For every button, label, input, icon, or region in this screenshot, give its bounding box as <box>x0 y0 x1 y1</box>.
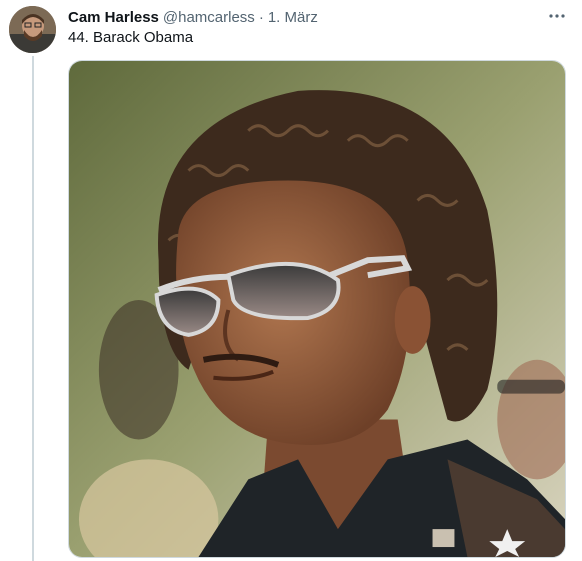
more-options-button[interactable] <box>546 5 568 27</box>
avatar-image <box>9 6 56 53</box>
author-display-name[interactable]: Cam Harless <box>68 9 159 26</box>
tweet-text: 44. Barack Obama <box>68 29 194 46</box>
author-avatar[interactable] <box>9 6 56 53</box>
tweet-header: Cam Harless @hamcarless · 1. März <box>68 6 582 28</box>
thread-connector-line <box>32 56 34 561</box>
tweet-timestamp[interactable]: 1. März <box>268 9 318 26</box>
tweet-media-photo[interactable] <box>68 60 566 558</box>
photo-image <box>69 61 565 557</box>
more-horizontal-icon <box>549 14 565 18</box>
author-handle[interactable]: @hamcarless <box>163 9 255 26</box>
header-separator: · <box>258 8 264 26</box>
